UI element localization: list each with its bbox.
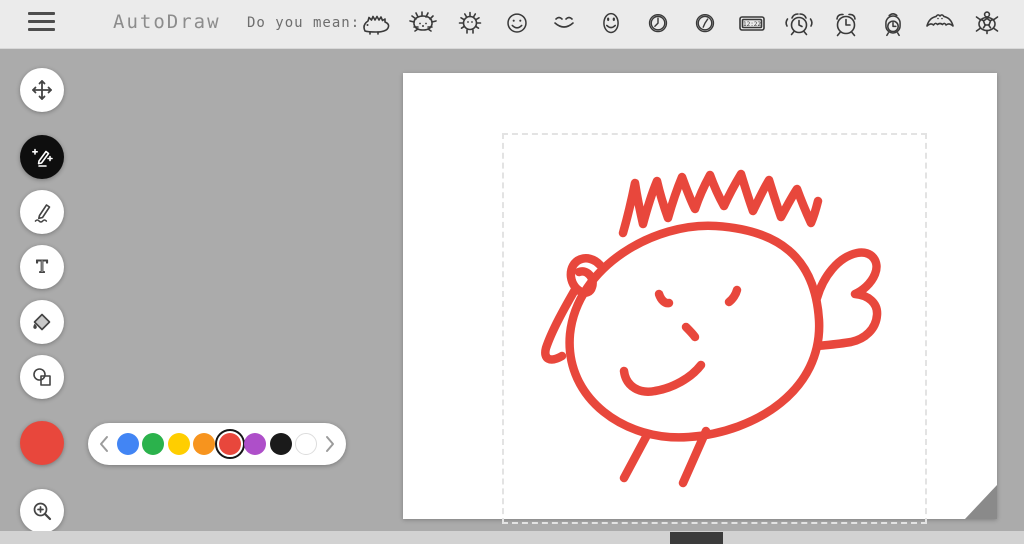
zoom-tool-button[interactable] (20, 489, 64, 533)
fill-tool-button[interactable] (20, 300, 64, 344)
menu-hamburger-icon[interactable] (28, 12, 55, 32)
shape-tool-button[interactable] (20, 355, 64, 399)
color-swatch-black[interactable] (270, 433, 292, 455)
color-swatch-red[interactable] (219, 433, 241, 455)
autodraw-tool-button[interactable] (20, 135, 64, 179)
color-swatch-orange[interactable] (193, 433, 215, 455)
doodle-right-eye (729, 290, 737, 302)
palette-chevron-right-icon[interactable] (321, 433, 339, 455)
doodle-mouth (624, 365, 701, 392)
color-swatch-button[interactable] (20, 421, 64, 465)
alarm-clock-ringing-icon[interactable] (775, 4, 822, 44)
porcupine-icon[interactable] (399, 4, 446, 44)
color-swatch-purple[interactable] (244, 433, 266, 455)
user-doodle-face (403, 73, 997, 519)
top-bar: AutoDraw Do you mean: (0, 0, 1024, 49)
suggestion-row: 12:22 (352, 0, 1010, 48)
type-tool-button[interactable]: T (20, 245, 64, 289)
spiky-hedgehog-icon[interactable] (446, 4, 493, 44)
digital-clock-icon[interactable]: 12:22 (728, 4, 775, 44)
stingray-icon[interactable] (916, 4, 963, 44)
alarm-clock-square-icon[interactable] (869, 4, 916, 44)
turtle-icon[interactable] (963, 4, 1010, 44)
doodle-right-ear (817, 253, 877, 346)
hedgehog-icon[interactable] (352, 4, 399, 44)
select-tool-button[interactable] (20, 68, 64, 112)
smiley-face-icon[interactable] (493, 4, 540, 44)
type-tool-glyph: T (36, 258, 48, 278)
palette-chevron-left-icon[interactable] (95, 433, 113, 455)
wall-clock-2-icon[interactable] (681, 4, 728, 44)
autodraw-app: AutoDraw Do you mean: (0, 0, 1024, 544)
doodle-left-eye (659, 294, 669, 303)
color-swatch-green[interactable] (142, 433, 164, 455)
app-title: AutoDraw (113, 11, 221, 33)
wall-clock-icon[interactable] (634, 4, 681, 44)
color-swatch-blue[interactable] (117, 433, 139, 455)
digital-clock-display: 12:22 (742, 21, 760, 28)
color-swatch-yellow[interactable] (168, 433, 190, 455)
alarm-clock-icon[interactable] (822, 4, 869, 44)
doodle-nose (686, 327, 695, 337)
do-you-mean-label: Do you mean: (247, 15, 360, 31)
smile-icon[interactable] (540, 4, 587, 44)
smiley-oval-icon[interactable] (587, 4, 634, 44)
bottom-sheet-handle[interactable] (670, 532, 723, 544)
bottom-strip (0, 531, 1024, 544)
color-swatch-white[interactable] (295, 433, 317, 455)
draw-tool-button[interactable] (20, 190, 64, 234)
color-palette (88, 423, 346, 465)
